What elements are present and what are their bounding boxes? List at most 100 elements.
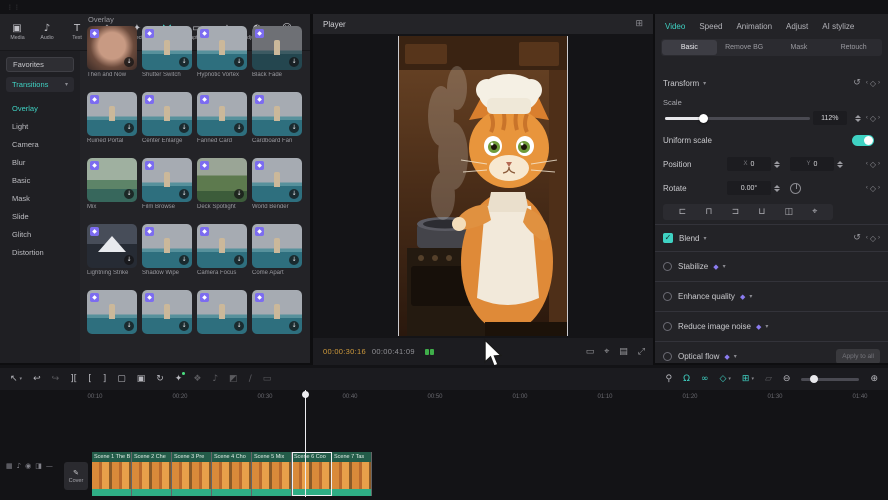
transition-item[interactable]: ◆↓Lightning Strike: [87, 224, 137, 282]
keyframe-next-icon[interactable]: ›: [878, 80, 880, 86]
sidebar-item-basic[interactable]: Basic: [0, 171, 80, 189]
favorites-button[interactable]: Favorites: [6, 57, 74, 72]
subtab-remove-bg[interactable]: Remove BG: [717, 40, 772, 55]
transition-thumbnail[interactable]: ◆↓: [252, 26, 302, 70]
timeline-ruler[interactable]: 00:1000:2000:3000:4000:5001:0001:1001:20…: [0, 390, 888, 406]
transition-item[interactable]: ◆↓Black Fade: [252, 26, 302, 84]
download-icon[interactable]: ↓: [234, 123, 244, 133]
marker-tool-icon[interactable]: ∕: [249, 374, 252, 384]
split-icon[interactable]: ][: [70, 374, 77, 384]
effect-checkbox[interactable]: [663, 292, 672, 301]
collapse-icon[interactable]: —: [46, 462, 53, 470]
auto-keyframe-icon[interactable]: ◇▾: [719, 374, 730, 384]
download-icon[interactable]: ↓: [179, 123, 189, 133]
transition-item[interactable]: ◆↓: [87, 290, 137, 348]
transition-item[interactable]: ◆↓Fanned Card: [197, 92, 247, 150]
blend-checkbox[interactable]: ✓: [663, 233, 673, 243]
download-icon[interactable]: ↓: [289, 123, 299, 133]
transition-item[interactable]: ◆↓Mix: [87, 158, 137, 216]
mute-track-icon[interactable]: ♪: [17, 462, 21, 470]
screen-tool-icon[interactable]: ▭: [263, 374, 272, 384]
download-icon[interactable]: ↓: [234, 255, 244, 265]
keyframe-diamond-icon[interactable]: ◇: [870, 79, 876, 88]
rotate-stepper[interactable]: [774, 185, 780, 192]
playhead-knob[interactable]: [302, 391, 309, 398]
download-icon[interactable]: ↓: [124, 321, 134, 331]
video-clip[interactable]: Scene 6 Coo: [292, 452, 332, 496]
sidebar-item-blur[interactable]: Blur: [0, 153, 80, 171]
video-clip[interactable]: Scene 1 The B: [92, 452, 132, 496]
trim-left-icon[interactable]: [: [88, 374, 92, 384]
video-preview[interactable]: [399, 36, 567, 336]
download-icon[interactable]: ↓: [234, 57, 244, 67]
toolbar-item-audio[interactable]: ♪Audio: [32, 16, 62, 48]
download-icon[interactable]: ↓: [179, 57, 189, 67]
overlay-tool-icon[interactable]: ❖: [193, 374, 201, 384]
transition-thumbnail[interactable]: ◆↓: [142, 158, 192, 202]
tab-ai-stylize[interactable]: AI stylize: [822, 22, 854, 31]
rotate-value-field[interactable]: 0.00°: [727, 181, 771, 195]
delete-icon[interactable]: ▢: [117, 374, 126, 384]
video-clip[interactable]: Scene 4 Cho: [212, 452, 252, 496]
transition-thumbnail[interactable]: ◆↓: [252, 224, 302, 268]
timeline-zoom-slider[interactable]: [801, 378, 859, 381]
rotate-dial[interactable]: [790, 183, 801, 194]
keyframe-control[interactable]: ‹ ◇ ›: [866, 184, 880, 193]
video-clip[interactable]: Scene 2 Che: [132, 452, 172, 496]
voiceover-icon[interactable]: ⚲: [666, 374, 673, 384]
scale-slider[interactable]: [665, 117, 810, 120]
effect-checkbox[interactable]: [663, 352, 672, 361]
fit-icon[interactable]: ⌖: [604, 347, 609, 357]
position-y-field[interactable]: Y 0: [790, 157, 834, 171]
align-top-icon[interactable]: ⊓: [705, 207, 712, 217]
tab-video[interactable]: Video: [665, 22, 685, 31]
transition-thumbnail[interactable]: ◆↓: [87, 224, 137, 268]
zoom-out-icon[interactable]: ⊖: [783, 374, 791, 384]
keyframe-control[interactable]: ‹ ◇ ›: [866, 234, 880, 243]
transition-thumbnail[interactable]: ◆↓: [197, 158, 247, 202]
toolbar-item-media[interactable]: ▣Media: [2, 16, 32, 48]
zoom-in-icon[interactable]: ⊕: [870, 374, 878, 384]
transition-item[interactable]: ◆↓: [142, 290, 192, 348]
auto-snap-icon[interactable]: ⊞▾: [742, 374, 754, 384]
transition-item[interactable]: ◆↓: [197, 290, 247, 348]
tab-adjust[interactable]: Adjust: [786, 22, 808, 31]
transition-item[interactable]: ◆↓Shutter Switch: [142, 26, 192, 84]
transition-item[interactable]: ◆↓World Bender: [252, 158, 302, 216]
magnet-icon[interactable]: Ω: [683, 374, 690, 384]
transition-thumbnail[interactable]: ◆↓: [197, 290, 247, 334]
position-x-field[interactable]: X 0: [727, 157, 771, 171]
align-left-icon[interactable]: ⊏: [679, 207, 687, 217]
trim-right-icon[interactable]: ]: [103, 374, 107, 384]
transition-item[interactable]: ◆↓Cardboard Fan: [252, 92, 302, 150]
reset-icon[interactable]: ↺: [853, 233, 861, 243]
subtab-retouch[interactable]: Retouch: [826, 40, 881, 55]
reset-icon[interactable]: ↺: [853, 78, 861, 88]
transition-item[interactable]: ◆↓Come Apart: [252, 224, 302, 282]
transition-thumbnail[interactable]: ◆↓: [87, 26, 137, 70]
lock-track-icon[interactable]: ◨: [35, 462, 42, 470]
keyframe-control[interactable]: ‹ ◇ ›: [866, 160, 880, 169]
download-icon[interactable]: ↓: [124, 189, 134, 199]
transitions-group-header[interactable]: Transitions ▾: [6, 77, 74, 92]
transition-item[interactable]: ◆↓Deck Spotlight: [197, 158, 247, 216]
transition-thumbnail[interactable]: ◆↓: [142, 224, 192, 268]
transition-item[interactable]: ◆↓Camera Focus: [197, 224, 247, 282]
cover-button[interactable]: ✎ Cover: [64, 462, 88, 490]
video-clip[interactable]: Scene 3 Pre: [172, 452, 212, 496]
position-y-stepper[interactable]: [837, 161, 843, 168]
download-icon[interactable]: ↓: [124, 255, 134, 265]
transition-thumbnail[interactable]: ◆↓: [197, 92, 247, 136]
download-icon[interactable]: ↓: [289, 321, 299, 331]
align-right-icon[interactable]: ⊐: [732, 207, 740, 217]
transition-item[interactable]: ◆↓Ruined Portal: [87, 92, 137, 150]
tab-animation[interactable]: Animation: [736, 22, 772, 31]
subtab-mask[interactable]: Mask: [772, 40, 827, 55]
download-icon[interactable]: ↓: [179, 255, 189, 265]
keyframe-prev-icon[interactable]: ‹: [866, 80, 868, 86]
tab-speed[interactable]: Speed: [699, 22, 722, 31]
audio-tool-icon[interactable]: ♪: [212, 374, 218, 384]
effect-row-stabilize[interactable]: Stabilize◆▾: [655, 252, 888, 281]
safe-area-icon[interactable]: [425, 349, 434, 355]
transition-item[interactable]: ◆↓Center Enlarge: [142, 92, 192, 150]
